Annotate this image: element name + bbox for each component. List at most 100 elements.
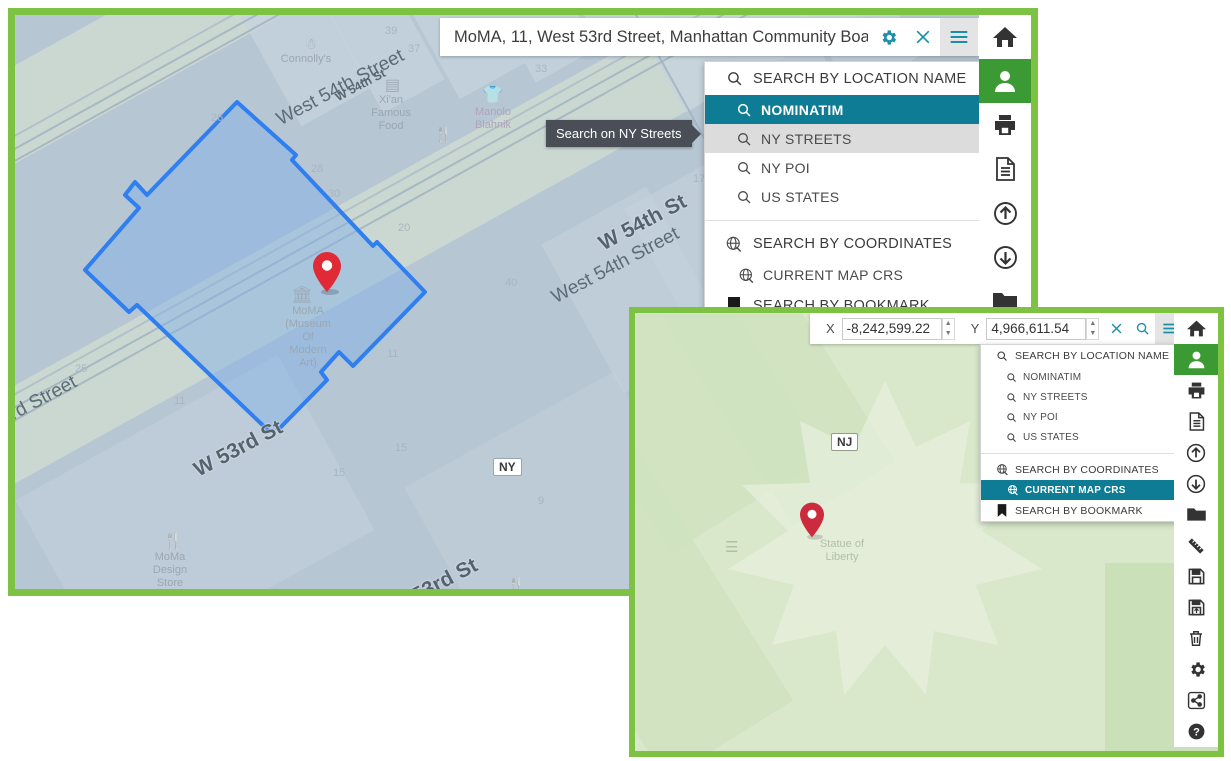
globe-search-icon bbox=[729, 267, 763, 284]
y-coordinate-input[interactable] bbox=[986, 317, 1087, 340]
search-icon bbox=[715, 70, 753, 87]
folder-icon-button[interactable] bbox=[1174, 499, 1218, 530]
burger-icon: ▤ bbox=[385, 77, 401, 94]
user-icon-button[interactable] bbox=[1174, 344, 1218, 375]
gear-icon-button[interactable] bbox=[1174, 654, 1218, 685]
search-icon[interactable] bbox=[1130, 313, 1155, 344]
dropdown-item-ny-streets[interactable]: NY STREETS bbox=[981, 387, 1180, 407]
search-type-dropdown-secondary: SEARCH BY LOCATION NAME NOMINATIM NY STR… bbox=[980, 344, 1181, 522]
dropdown-item-search-by-coordinates[interactable]: SEARCH BY COORDINATES bbox=[981, 459, 1180, 480]
y-coordinate-label: Y bbox=[970, 321, 980, 336]
close-icon[interactable] bbox=[906, 18, 940, 56]
gear-icon[interactable] bbox=[870, 18, 906, 56]
arrow-up-circle-icon-button[interactable] bbox=[1174, 437, 1218, 468]
location-pin[interactable] bbox=[311, 250, 343, 296]
dropdown-header-location-name[interactable]: SEARCH BY LOCATION NAME bbox=[705, 62, 993, 95]
museum-icon: 🏛 bbox=[291, 285, 313, 304]
search-type-dropdown-primary: SEARCH BY LOCATION NAME NOMINATIM NY STR… bbox=[704, 61, 994, 323]
dropdown-header-location-name[interactable]: SEARCH BY LOCATION NAME bbox=[981, 345, 1180, 367]
map-house-number: 39 bbox=[385, 25, 398, 37]
document-icon-button[interactable] bbox=[979, 147, 1031, 191]
dropdown-item-label: SEARCH BY COORDINATES bbox=[753, 236, 953, 252]
dropdown-item-label: CURRENT MAP CRS bbox=[1025, 484, 1126, 496]
dropdown-item-us-states[interactable]: US STATES bbox=[705, 182, 993, 211]
globe-search-icon bbox=[1001, 484, 1025, 496]
dropdown-item-label: NOMINATIM bbox=[1023, 371, 1082, 383]
stepper-up-icon[interactable]: ▲ bbox=[943, 319, 954, 329]
tool-panel-secondary: ? bbox=[1174, 313, 1218, 747]
y-coordinate-stepper[interactable]: ▲ ▼ bbox=[1086, 317, 1100, 340]
search-input[interactable] bbox=[440, 18, 870, 56]
state-badge: NJ bbox=[831, 433, 859, 451]
dropdown-item-current-map-crs[interactable]: CURRENT MAP CRS bbox=[705, 260, 993, 290]
home-icon-button[interactable] bbox=[1174, 313, 1218, 344]
dropdown-item-label: US STATES bbox=[1023, 431, 1079, 443]
search-icon bbox=[727, 102, 761, 118]
restaurant-icon: 🍴 bbox=[434, 126, 453, 143]
dropdown-item-label: NOMINATIM bbox=[761, 101, 844, 118]
arrow-up-circle-icon-button[interactable] bbox=[979, 191, 1031, 235]
dropdown-item-label: CURRENT MAP CRS bbox=[763, 267, 904, 283]
close-icon[interactable] bbox=[1103, 313, 1130, 344]
dropdown-item-search-by-coordinates[interactable]: SEARCH BY COORDINATES bbox=[705, 228, 993, 260]
dropdown-item-nominatim[interactable]: NOMINATIM bbox=[981, 367, 1180, 387]
map-house-number: 40 bbox=[505, 277, 518, 289]
dropdown-item-ny-poi[interactable]: NY POI bbox=[705, 153, 993, 182]
x-coordinate-input[interactable] bbox=[841, 317, 942, 340]
dropdown-item-us-states[interactable]: US STATES bbox=[981, 427, 1180, 447]
document-icon-button[interactable] bbox=[1174, 406, 1218, 437]
stepper-down-icon[interactable]: ▼ bbox=[1087, 329, 1098, 339]
x-coordinate-stepper[interactable]: ▲ ▼ bbox=[941, 317, 955, 340]
trash-icon-button[interactable] bbox=[1174, 623, 1218, 654]
monument-icon: ☰ bbox=[725, 539, 739, 556]
map-house-number: 11 bbox=[174, 395, 186, 407]
dropdown-header-label: SEARCH BY LOCATION NAME bbox=[1015, 350, 1170, 362]
stepper-up-icon[interactable]: ▲ bbox=[1087, 319, 1098, 329]
map-house-number: 30 bbox=[328, 188, 341, 200]
x-coordinate-label: X bbox=[826, 321, 835, 336]
dropdown-item-label: SEARCH BY BOOKMARK bbox=[1015, 504, 1143, 517]
dropdown-item-ny-poi[interactable]: NY POI bbox=[981, 407, 1180, 427]
dropdown-header-label: SEARCH BY LOCATION NAME bbox=[753, 70, 967, 87]
printer-icon-button[interactable] bbox=[979, 103, 1031, 147]
map-house-number: 15 bbox=[395, 442, 408, 454]
search-icon bbox=[989, 350, 1015, 362]
svg-text:?: ? bbox=[1193, 726, 1200, 738]
save-as-icon-button[interactable] bbox=[1174, 592, 1218, 623]
ruler-icon-button[interactable] bbox=[1174, 530, 1218, 561]
stepper-down-icon[interactable]: ▼ bbox=[943, 329, 954, 339]
map-house-number: 37 bbox=[408, 43, 421, 55]
dropdown-item-search-by-bookmark[interactable]: SEARCH BY BOOKMARK bbox=[981, 500, 1180, 521]
map-house-number: 15 bbox=[333, 467, 346, 479]
map-house-number: 33 bbox=[535, 63, 548, 75]
globe-search-icon bbox=[989, 463, 1015, 476]
printer-icon-button[interactable] bbox=[1174, 375, 1218, 406]
globe-search-icon bbox=[715, 235, 753, 253]
dropdown-item-ny-streets[interactable]: NY STREETS bbox=[705, 124, 993, 153]
help-icon-button[interactable]: ? bbox=[1174, 716, 1218, 747]
restaurant-icon: 🍴 bbox=[163, 533, 183, 550]
dropdown-item-nominatim[interactable]: NOMINATIM bbox=[705, 95, 993, 124]
dropdown-item-current-map-crs[interactable]: CURRENT MAP CRS bbox=[981, 480, 1180, 500]
dropdown-item-label: NY STREETS bbox=[761, 130, 852, 147]
search-icon bbox=[999, 412, 1023, 423]
restaurant-icon: 🍴 bbox=[507, 577, 526, 589]
search-icon bbox=[999, 372, 1023, 383]
home-icon-button[interactable] bbox=[979, 15, 1031, 59]
arrow-down-circle-icon-button[interactable] bbox=[979, 235, 1031, 279]
state-badge: NY bbox=[493, 458, 522, 476]
save-icon-button[interactable] bbox=[1174, 561, 1218, 592]
user-icon-button[interactable] bbox=[979, 59, 1031, 103]
search-bar-primary bbox=[440, 18, 985, 56]
location-pin[interactable] bbox=[798, 501, 826, 541]
dropdown-item-label: NY POI bbox=[761, 159, 811, 176]
bookmark-icon bbox=[989, 504, 1015, 517]
share-icon-button[interactable] bbox=[1174, 685, 1218, 716]
shirt-icon: 👕 bbox=[482, 85, 504, 104]
hamburger-menu-icon[interactable] bbox=[940, 18, 978, 56]
search-icon bbox=[999, 392, 1023, 403]
map-house-number: 25 bbox=[75, 363, 88, 375]
arrow-down-circle-icon-button[interactable] bbox=[1174, 468, 1218, 499]
search-icon bbox=[727, 131, 761, 147]
dropdown-item-label: SEARCH BY COORDINATES bbox=[1015, 463, 1159, 476]
